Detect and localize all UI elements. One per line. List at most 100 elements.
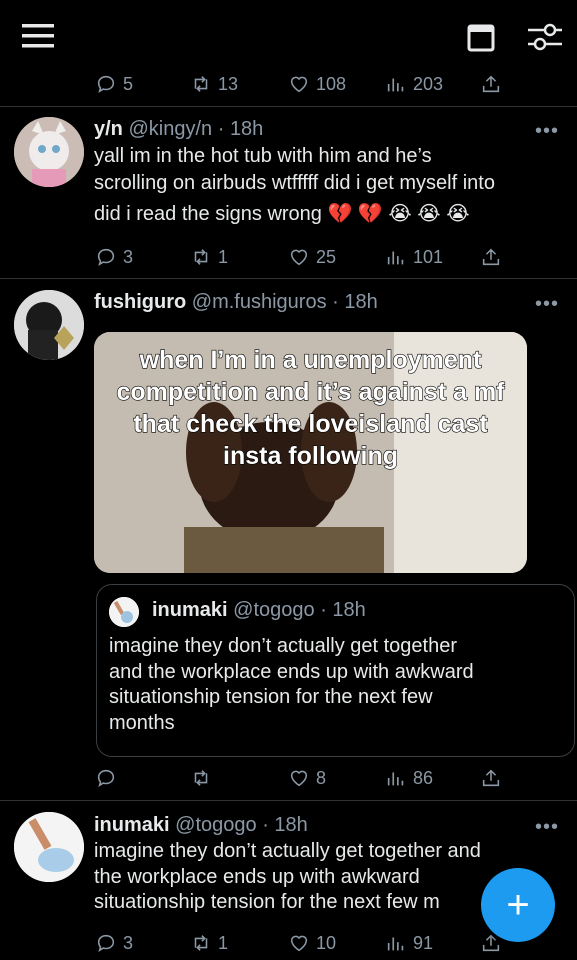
views-icon: [387, 937, 404, 951]
avatar[interactable]: [14, 812, 84, 882]
share-icon: [482, 769, 500, 787]
share-icon: [482, 248, 500, 266]
compose-button[interactable]: +: [481, 868, 555, 942]
avatar[interactable]: [14, 117, 84, 187]
reply-icon: [97, 248, 115, 267]
retweet-button[interactable]: 1: [190, 928, 228, 958]
more-options-button[interactable]: •••: [535, 816, 559, 839]
heart-icon: [290, 935, 308, 952]
views-button[interactable]: 203: [385, 69, 443, 99]
media-caption: when I’m in a unemployment competition a…: [94, 344, 527, 472]
display-name[interactable]: y/n: [94, 118, 123, 140]
share-button[interactable]: [480, 242, 502, 272]
handle[interactable]: @m.fushiguros: [192, 291, 327, 313]
share-button[interactable]: [480, 69, 502, 99]
avatar: [109, 597, 139, 627]
divider: [0, 800, 577, 801]
timestamp: 18h: [344, 291, 378, 313]
avatar-image: [14, 290, 84, 360]
views-button[interactable]: 101: [385, 242, 443, 272]
like-count: 25: [316, 246, 337, 267]
retweet-button[interactable]: 13: [190, 69, 238, 99]
action-bar: 5 13 108 203: [0, 69, 577, 99]
quote-text: imagine they don’t actually get together…: [109, 634, 569, 736]
heart-icon: [290, 249, 308, 266]
separator-dot: ·: [262, 814, 269, 836]
action-bar: 3 1 25 101: [0, 242, 577, 272]
views-count: 91: [413, 932, 434, 953]
divider: [0, 278, 577, 279]
reply-button[interactable]: 5: [95, 69, 133, 99]
reply-button[interactable]: 3: [95, 242, 133, 272]
calendar-icon[interactable]: [467, 22, 495, 52]
avatar[interactable]: [14, 290, 84, 360]
menu-icon[interactable]: [22, 24, 54, 50]
like-button[interactable]: 10: [288, 928, 336, 958]
like-button[interactable]: 8: [288, 763, 326, 793]
caption-line: that check the loveisland cast: [133, 409, 488, 438]
like-button[interactable]: 25: [288, 242, 336, 272]
reply-icon: [97, 75, 115, 94]
views-icon: [387, 251, 404, 265]
like-count: 108: [316, 73, 347, 94]
views-button[interactable]: 86: [385, 763, 433, 793]
tweet-text-line: yall im in the hot tub with him and he’s: [94, 145, 432, 167]
quoted-tweet[interactable]: inumaki @togogo · 18h imagine they don’t…: [96, 584, 575, 757]
views-icon: [387, 78, 404, 92]
plus-icon: +: [506, 883, 530, 927]
separator-dot: ·: [217, 118, 225, 140]
caption-line: insta following: [222, 441, 398, 470]
display-name[interactable]: fushiguro: [94, 291, 186, 313]
heart-icon: [290, 76, 308, 93]
reply-count: 5: [123, 73, 134, 94]
separator-dot: ·: [320, 599, 327, 621]
reply-icon: [97, 769, 115, 788]
quote-text-line: and the workplace ends up with awkward: [109, 660, 474, 683]
views-count: 86: [413, 767, 434, 788]
more-options-button[interactable]: •••: [535, 120, 559, 143]
display-name[interactable]: inumaki: [94, 814, 170, 836]
reply-button[interactable]: [95, 763, 123, 793]
quote-text-line: months: [109, 711, 175, 734]
quote-text-line: situationship tension for the next few: [109, 686, 433, 708]
retweet-button[interactable]: 1: [190, 242, 228, 272]
tweet-text-line: scrolling on airbuds wtfffff did i get m…: [94, 172, 495, 194]
like-button[interactable]: 108: [288, 69, 346, 99]
quote-text-line: imagine they don’t actually get together: [109, 635, 457, 657]
retweet-icon: [194, 935, 208, 951]
reply-icon: [97, 934, 115, 953]
handle: @togogo: [233, 599, 315, 621]
views-button[interactable]: 91: [385, 928, 433, 958]
avatar-image: [14, 117, 84, 187]
heart-icon: [290, 770, 308, 787]
more-options-button[interactable]: •••: [535, 293, 559, 316]
reply-count: 3: [123, 246, 134, 267]
retweet-count: 13: [218, 73, 239, 94]
views-count: 203: [413, 73, 444, 94]
tweet-header: fushiguro @m.fushiguros · 18h: [94, 291, 378, 314]
share-icon: [482, 75, 500, 93]
tweet-text-line: imagine they don’t actually get together…: [94, 840, 481, 862]
retweet-count: 1: [218, 246, 229, 267]
share-button[interactable]: [480, 763, 502, 793]
quote-header: inumaki @togogo · 18h: [152, 599, 366, 622]
top-bar: [0, 0, 577, 70]
views-count: 101: [413, 246, 444, 267]
retweet-icon: [194, 249, 208, 265]
retweet-button[interactable]: [190, 763, 218, 793]
caption-line: competition and it’s against a mf: [116, 377, 505, 406]
action-bar: 3 1 10 91: [0, 928, 577, 958]
handle[interactable]: @togogo: [175, 814, 256, 836]
timestamp: 18h: [229, 118, 264, 140]
action-bar: 8 86: [0, 763, 577, 793]
reply-count: 3: [123, 932, 134, 953]
display-name: inumaki: [152, 599, 228, 621]
reply-button[interactable]: 3: [95, 928, 133, 958]
filter-sliders-icon[interactable]: [528, 22, 562, 52]
tweet-media-image[interactable]: when I’m in a unemployment competition a…: [94, 332, 527, 573]
timestamp: 18h: [274, 814, 308, 836]
retweet-icon: [194, 76, 208, 92]
tweet-header: y/n @kingy/n · 18h: [94, 118, 263, 141]
handle[interactable]: @kingy/n: [128, 118, 212, 140]
tweet-text: yall im in the hot tub with him and he’s…: [94, 143, 564, 228]
